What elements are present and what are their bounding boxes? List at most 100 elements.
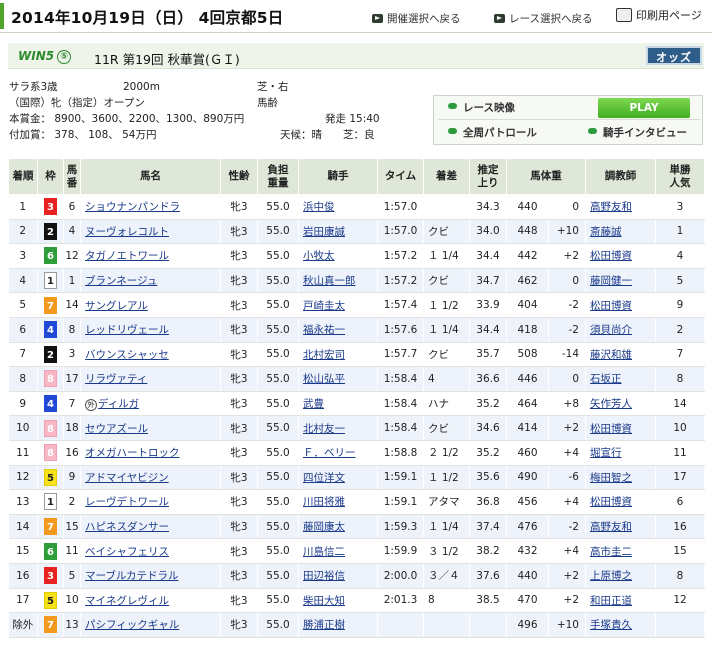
trainer-cell: 松田博資 [585,292,656,318]
jockey-cell-link[interactable]: 藤岡康太 [303,521,345,533]
horse-name-link[interactable]: ベイシャフェリス [85,546,169,558]
jockey-interview-button[interactable]: 騎手インタビュー [578,123,700,143]
trainer-cell-link[interactable]: 高市圭二 [590,546,632,558]
jockey-cell-link[interactable]: 柴田大知 [303,595,345,607]
popularity-cell: 10 [655,415,705,441]
trainer-cell-link[interactable]: 石坂正 [590,373,622,385]
jockey-cell-link[interactable]: 田辺裕信 [303,570,345,582]
horse-name-link[interactable]: セウアズール [85,423,148,435]
patrol-video-button[interactable]: 全周パトロール [438,123,568,143]
trainer-cell: 和田正道 [585,588,656,614]
table-row: 15 6 11 ベイシャフェリス 牝3 55.0 川島信二 1:59.9 ３ 1/2 38.2 43… [8,538,705,564]
horse-number-cell: 18 [63,415,81,441]
horse-name-link[interactable]: リラヴァティ [85,373,147,385]
jockey-cell-link[interactable]: 川田将雅 [303,496,345,508]
back-to-meeting-link[interactable]: 開催選択へ戻る [372,11,461,26]
horse-name-link[interactable]: ハピネスダンサー [85,521,169,533]
race-video-button[interactable]: レース映像 [438,98,588,118]
horse-number-cell: 12 [63,243,81,269]
trainer-cell-link[interactable]: 松田博資 [590,300,632,312]
trainer-cell-link[interactable]: 上原博之 [590,570,632,582]
jockey-cell-link[interactable]: 松山弘平 [303,373,345,385]
horse-name-link[interactable]: オメガハートロック [85,447,180,459]
horse-name-link[interactable]: レッドリヴェール [85,324,169,336]
horse-number-cell: 1 [63,268,81,294]
horse-name-link[interactable]: マイネグレヴィル [85,595,169,607]
print-page-link[interactable]: 印刷用ページ [616,7,702,23]
back-to-race-link[interactable]: レース選択へ戻る [494,11,592,26]
horse-name-link[interactable]: ディルガ [98,398,139,410]
margin-cell: １ 1/4 [423,514,470,540]
horse-name-link[interactable]: サングレアル [85,300,148,312]
horse-number-cell: 13 [63,612,81,638]
jockey-cell-link[interactable]: 武豊 [303,398,324,410]
time-cell [377,612,424,638]
trainer-cell-link[interactable]: 斎藤誠 [590,226,622,238]
jockey-cell-link[interactable]: 川島信二 [303,546,345,558]
results-table: 着順枠馬番馬名 性齢 負担 重量 騎手 タイム 着差 推定 上り 馬体重 調教師 単勝 人気 1 3 6 ショ… [8,158,705,638]
trainer-cell-link[interactable]: 松田博資 [590,496,632,508]
jockey-cell-link[interactable]: 浜中俊 [303,201,335,213]
horse-name-link[interactable]: ブランネージュ [85,275,157,287]
trainer-cell-link[interactable]: 和田正道 [590,595,632,607]
horse-name-link[interactable]: タガノエトワール [85,250,169,262]
jockey-cell-link[interactable]: 勝浦正樹 [303,619,345,631]
horse-name-link[interactable]: パシフィックギャル [85,619,179,631]
jockey-cell-link[interactable]: 四位洋文 [303,472,345,484]
body-weight-cell: 476 [506,514,549,540]
trainer-cell-link[interactable]: 松田博資 [590,250,632,262]
play-button[interactable]: PLAY [598,98,690,118]
time-cell: 2:00.0 [377,563,424,589]
horse-name-link[interactable]: バウンスシャッセ [85,349,169,361]
trainer-cell-link[interactable]: 手塚貴久 [590,619,632,631]
time-cell: 1:57.0 [377,194,424,220]
horse-name-link[interactable]: アドマイヤビジン [85,472,169,484]
jockey-cell-link[interactable]: 北村宏司 [303,349,345,361]
trainer-cell-link[interactable]: 高野友和 [590,201,632,213]
table-row: 11 8 16 オメガハートロック 牝3 55.0 Ｆ．ベリー 1:58.8 ２ 1/2 35.2… [8,440,705,466]
rank-cell: 5 [8,292,38,318]
popularity-cell: 15 [655,538,705,564]
race-video-label: レース映像 [463,102,515,114]
col-jockey-header: 騎手 [298,158,378,195]
trainer-cell-link[interactable]: 藤岡健一 [590,275,632,287]
body-weight-cell: 418 [506,317,549,343]
col-number-header: 馬番 [63,158,81,195]
trainer-cell-link[interactable]: 高野友和 [590,521,632,533]
race-weather: 天候：晴 [280,129,322,141]
sex-age-cell: 牝3 [220,489,258,515]
margin-cell: １ 1/2 [423,465,470,491]
popularity-cell: 8 [655,366,705,392]
trainer-cell-link[interactable]: 藤沢和雄 [590,349,632,361]
table-row: 14 7 15 ハピネスダンサー 牝3 55.0 藤岡康太 1:59.3 １ 1/4 37.4 47… [8,514,705,540]
jockey-cell-link[interactable]: 福永祐一 [303,324,345,336]
horse-name-link[interactable]: ヌーヴォレコルト [85,226,169,238]
trainer-cell-link[interactable]: 須貝尚介 [590,324,632,336]
jockey-cell-link[interactable]: Ｆ．ベリー [303,447,356,459]
horse-name-link[interactable]: ショウナンパンドラ [85,201,180,213]
agari-cell: 33.9 [469,292,507,318]
jockey-cell-link[interactable]: 北村友一 [303,423,345,435]
body-weight-diff-cell: +2 [548,563,586,589]
col-waku-header: 枠 [37,158,64,195]
horse-name-cell: バウンスシャッセ [80,342,221,368]
trainer-cell-link[interactable]: 堀宣行 [590,447,622,459]
horse-name-link[interactable]: マーブルカテドラル [85,570,179,582]
jockey-cell-link[interactable]: 岩田康誠 [303,226,345,238]
table-row: 7 2 3 バウンスシャッセ 牝3 55.0 北村宏司 1:57.7 クビ 35.7 508 -14 藤… [8,342,705,368]
body-weight-diff-cell: +2 [548,415,586,441]
trainer-cell-link[interactable]: 矢作芳人 [590,398,632,410]
jockey-cell-link[interactable]: 秋山真一郎 [303,275,356,287]
margin-cell: ３ 1/2 [423,538,470,564]
horse-name-link[interactable]: レーヴデトワール [85,496,169,508]
trainer-cell-link[interactable]: 松田博資 [590,423,632,435]
waku-cell: 2 [37,342,64,368]
body-weight-diff-cell: +10 [548,612,586,638]
horse-number-cell: 8 [63,317,81,343]
waku-cell: 3 [37,194,64,220]
jockey-cell-link[interactable]: 戸崎圭太 [303,300,345,312]
body-weight-cell: 496 [506,612,549,638]
odds-button[interactable]: オッズ [646,46,702,65]
trainer-cell-link[interactable]: 梅田智之 [590,472,632,484]
jockey-cell-link[interactable]: 小牧太 [303,250,335,262]
